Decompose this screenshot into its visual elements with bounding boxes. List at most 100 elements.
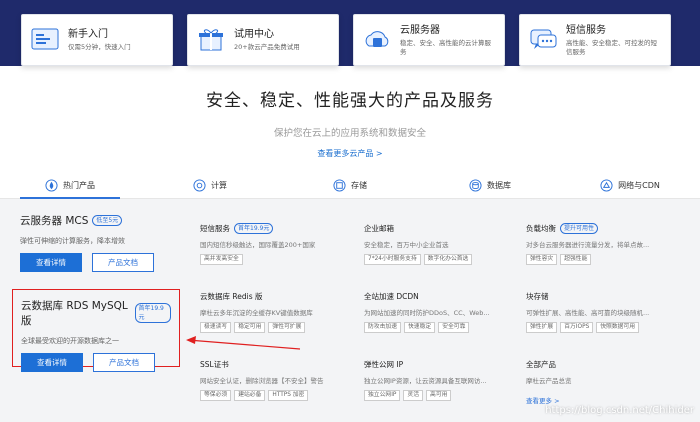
featured-desc: 全球最受欢迎的开源数据库之一 — [21, 337, 119, 345]
product-tag: 7*24小时服务支持 — [364, 254, 421, 265]
hero-subtitle: 保护您在云上的应用系统和数据安全 — [273, 128, 426, 139]
product-name: 云数据库 Redis 版 — [200, 292, 263, 301]
tab-label: 计算 — [211, 180, 227, 190]
card-cloud-server[interactable]: 云服务器 稳定、安全、高性能的云计算服务 — [353, 14, 505, 66]
product-tag: HTTPS 加密 — [268, 390, 309, 401]
product-tag: 灵活 — [403, 390, 424, 401]
product-item[interactable]: 云数据库 Redis 版 摩杜云多年沉淀的全缓存KV键值数据库 极速读写 稳定可用… — [200, 291, 350, 333]
gift-icon — [196, 25, 226, 55]
product-item[interactable]: 短信服务 首年19.9元 国内短信秒级触达，国际覆盖200+国家 高并发高安全 — [200, 223, 350, 265]
product-badge: 提升可用性 — [560, 223, 599, 234]
product-tag: 弹性扩展 — [526, 322, 558, 333]
product-name: 负载均衡 — [526, 224, 556, 233]
storage-icon — [333, 178, 346, 192]
product-tag: 防攻击加速 — [364, 322, 401, 333]
tab-label: 数据库 — [487, 180, 511, 190]
view-more-link[interactable]: 查看更多 > — [526, 395, 676, 405]
product-name: SSL证书 — [200, 360, 229, 369]
product-item[interactable]: 弹性公网 IP 独立公网IP资源，让云资源具备互联网访... 独立公网IP 灵活高… — [364, 359, 514, 401]
product-name: 全部产品 — [526, 360, 556, 369]
sms-icon — [528, 25, 558, 55]
card-desc: 稳定、安全、高性能的云计算服务 — [400, 38, 491, 56]
card-desc: 20+款云产品免费试用 — [234, 43, 300, 51]
tab-hot-products[interactable]: 热门产品 — [0, 172, 140, 199]
product-name: 短信服务 — [200, 224, 230, 233]
compute-icon — [193, 178, 206, 192]
product-name: 块存储 — [526, 292, 549, 301]
product-tag: 独立公网IP — [364, 390, 401, 401]
more-products-link[interactable]: 查看更多云产品 > — [317, 148, 382, 159]
tab-compute[interactable]: 计算 — [140, 172, 280, 198]
product-tag: 建站必备 — [234, 390, 266, 401]
fire-icon — [45, 178, 58, 192]
card-title: 短信服务 — [566, 24, 606, 36]
product-tag: 等保必须 — [200, 390, 232, 401]
hero-title: 安全、稳定、性能强大的产品及服务 — [206, 91, 494, 111]
card-title: 试用中心 — [234, 29, 274, 40]
product-tag: 极速读写 — [200, 322, 232, 333]
featured-name: 云服务器 MCS — [20, 215, 89, 227]
product-name: 全站加速 DCDN — [364, 292, 419, 301]
product-item[interactable]: 块存储 可弹性扩展、高性能、高可靠的块级随机... 弹性扩展 百万IOPS 快照数据… — [526, 291, 676, 333]
product-name: 弹性公网 IP — [364, 360, 404, 369]
product-desc: 国内短信秒级触达，国际覆盖200+国家 — [200, 241, 316, 249]
product-tag: 数字化办公首选 — [423, 254, 473, 265]
view-details-button[interactable]: 查看详情 — [20, 253, 82, 272]
product-tag: 安全可靠 — [438, 322, 470, 333]
card-desc: 仅需5分钟，快速入门 — [68, 43, 131, 51]
card-title: 新手入门 — [68, 29, 108, 40]
product-tag: 百万IOPS — [560, 322, 594, 333]
product-item[interactable]: 负载均衡 提升可用性 对多台云服务器进行流量分发，将单点故... 弹性容灾 超强性能 — [526, 223, 676, 265]
tab-network-cdn[interactable]: 网络与CDN — [560, 172, 700, 198]
product-tag: 超强性能 — [560, 254, 592, 265]
product-item[interactable]: 全站加速 DCDN 为网站加速的同时防护DDoS、CC、Web... 防攻击加速… — [364, 291, 514, 333]
price-badge: 首年19.9元 — [134, 303, 171, 323]
product-tag: 弹性可扩展 — [268, 322, 306, 333]
product-desc: 摩杜云多年沉淀的全缓存KV键值数据库 — [200, 309, 313, 317]
product-tag: 高并发高安全 — [200, 254, 243, 265]
cloud-server-icon — [362, 25, 392, 55]
card-trial-center[interactable]: 试用中心 20+款云产品免费试用 — [187, 14, 339, 66]
featured-name: 云数据库 RDS MySQL 版 — [21, 300, 128, 327]
database-icon — [469, 178, 482, 192]
product-docs-button[interactable]: 产品文档 — [92, 253, 154, 272]
product-tag: 快速稳定 — [404, 322, 436, 333]
product-tabs: 热门产品 计算 存储 数据库 网络与CDN — [0, 172, 700, 199]
product-desc: 对多台云服务器进行流量分发，将单点故... — [526, 241, 650, 249]
product-desc: 为网站加速的同时防护DDoS、CC、Web... — [364, 309, 490, 317]
watermark: https://blog.csdn.net/Chihider — [545, 405, 694, 416]
product-docs-button[interactable]: 产品文档 — [93, 353, 155, 372]
product-tag: 弹性容灾 — [526, 254, 558, 265]
card-title: 云服务器 — [400, 24, 440, 36]
tab-label: 网络与CDN — [618, 180, 660, 190]
product-desc: 安全稳定，百万中小企业首选 — [364, 241, 449, 249]
guide-icon — [30, 25, 60, 55]
product-desc: 网站安全认证，删除浏览器【不安全】警告 — [200, 377, 324, 385]
tab-label: 存储 — [351, 180, 367, 190]
tab-storage[interactable]: 存储 — [280, 172, 420, 198]
product-name: 企业邮箱 — [364, 224, 394, 233]
product-item[interactable]: SSL证书 网站安全认证，删除浏览器【不安全】警告 等保必须 建站必备 HTTPS … — [200, 359, 350, 401]
card-desc: 高性能、安全稳定、可控发的短信服务 — [566, 38, 657, 56]
featured-rds-mysql: 云数据库 RDS MySQL 版 首年19.9元 全球最受欢迎的开源数据库之一 … — [12, 289, 180, 372]
card-sms-service[interactable]: 短信服务 高性能、安全稳定、可控发的短信服务 — [519, 14, 671, 66]
product-desc: 独立公网IP资源，让云资源具备互联网访... — [364, 377, 487, 385]
network-icon — [600, 178, 613, 192]
product-desc: 可弹性扩展、高性能、高可靠的块级随机... — [526, 309, 650, 317]
product-item[interactable]: 企业邮箱 安全稳定，百万中小企业首选 7*24小时服务支持 数字化办公首选 — [364, 223, 514, 265]
hero-section: 安全、稳定、性能强大的产品及服务 保护您在云上的应用系统和数据安全 查看更多云产… — [0, 86, 700, 160]
card-getting-started[interactable]: 新手入门 仅需5分钟，快速入门 — [21, 14, 173, 66]
tab-database[interactable]: 数据库 — [420, 172, 560, 198]
price-badge: 低至5元 — [92, 215, 123, 226]
product-tag: 高可用 — [426, 390, 452, 401]
product-item-all[interactable]: 全部产品 摩杜云产品总览 查看更多 > — [526, 359, 676, 405]
product-desc: 摩杜云产品总览 — [526, 377, 572, 385]
view-details-button[interactable]: 查看详情 — [21, 353, 83, 372]
product-panel: 云服务器 MCS 低至5元 弹性可伸缩的计算服务，降本增效 查看详情 产品文档 … — [0, 199, 700, 422]
product-badge: 首年19.9元 — [234, 223, 274, 234]
quick-entry-cards: 新手入门 仅需5分钟，快速入门 试用中心 20+款云产品免费试用 云服务器 稳定… — [21, 14, 671, 66]
product-tag: 快照数据可用 — [596, 322, 640, 333]
tab-label: 热门产品 — [63, 180, 95, 190]
featured-desc: 弹性可伸缩的计算服务，降本增效 — [20, 237, 125, 245]
featured-cloud-server: 云服务器 MCS 低至5元 弹性可伸缩的计算服务，降本增效 查看详情 产品文档 — [12, 205, 180, 280]
